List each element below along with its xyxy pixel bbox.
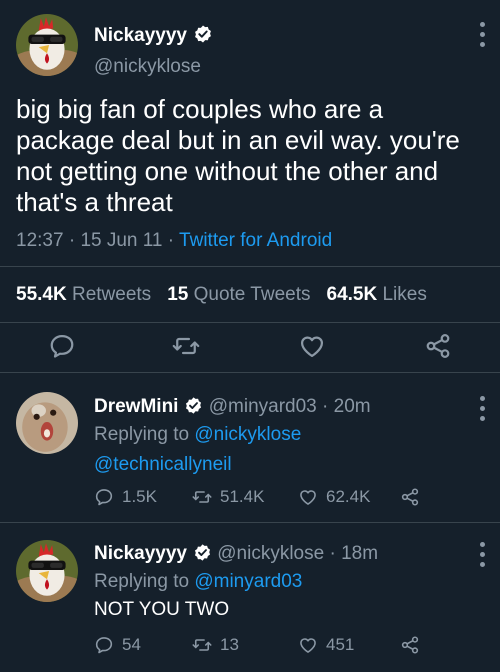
like-button[interactable]: 62.4K: [298, 484, 370, 510]
like-count: 62.4K: [326, 487, 371, 506]
reply-header: DrewMini @minyard03 · 20m: [94, 396, 371, 421]
more-icon[interactable]: [472, 540, 492, 570]
verified-badge-icon: [193, 24, 213, 49]
tweet-text: big big fan of couples who are a package…: [16, 94, 460, 217]
share-button[interactable]: [424, 332, 452, 362]
reply-icon: [94, 635, 114, 655]
author-avatar[interactable]: [16, 14, 78, 76]
retweet-icon: [192, 635, 212, 655]
replying-to-line: Replying to @nickyklose: [94, 424, 301, 446]
author-name-row: Nickayyyy: [94, 24, 213, 49]
reply-icon: [94, 487, 114, 507]
tweet-meta: 12:37 · 15 Jun 11 · Twitter for Android: [16, 230, 332, 252]
likes-label: Likes: [382, 284, 427, 305]
reply-button[interactable]: 54: [94, 632, 141, 658]
reply-handle[interactable]: @minyard03: [209, 396, 317, 417]
retweet-icon: [172, 332, 200, 360]
meta-separator: ·: [322, 396, 329, 417]
reply-count: 1.5K: [122, 487, 157, 506]
share-icon: [400, 487, 420, 507]
replying-to-label: Replying to: [94, 424, 190, 445]
retweets-label: Retweets: [71, 284, 152, 305]
reply-count: 54: [122, 635, 141, 654]
reply-avatar[interactable]: [16, 392, 78, 454]
divider: [0, 522, 500, 523]
retweet-button[interactable]: [172, 332, 200, 362]
quotes-stat[interactable]: 15 Quote Tweets: [167, 284, 326, 305]
likes-stat[interactable]: 64.5K Likes: [327, 284, 443, 305]
like-button[interactable]: 451: [298, 632, 354, 658]
likes-count: 64.5K: [326, 284, 378, 305]
share-icon: [424, 332, 452, 360]
share-icon: [400, 635, 420, 655]
author-display-name[interactable]: Nickayyyy: [94, 25, 187, 46]
replying-to-label: Replying to: [94, 571, 190, 592]
retweet-button[interactable]: 51.4K: [192, 484, 264, 510]
reply-header: Nickayyyy @nickyklose · 18m: [94, 543, 378, 568]
retweet-count: 13: [220, 635, 239, 654]
quotes-label: Quote Tweets: [193, 284, 311, 305]
replying-to-link[interactable]: @minyard03: [194, 571, 302, 592]
reply-handle[interactable]: @nickyklose: [217, 543, 324, 564]
replying-to-link[interactable]: @nickyklose: [194, 424, 301, 445]
retweet-count: 51.4K: [220, 487, 265, 506]
meta-separator: ·: [329, 543, 336, 564]
reply-age: 20m: [333, 396, 371, 417]
tweet-source-link[interactable]: Twitter for Android: [179, 230, 332, 251]
divider: [0, 372, 500, 373]
reply-button[interactable]: 1.5K: [94, 484, 157, 510]
divider: [0, 266, 500, 267]
tweet-stats: 55.4K Retweets 15 Quote Tweets 64.5K Likes: [16, 284, 443, 306]
reply-text: NOT YOU TWO: [94, 599, 230, 620]
author-handle[interactable]: @nickyklose: [94, 56, 201, 78]
meta-separator: ·: [68, 230, 76, 251]
verified-badge-icon: [184, 396, 203, 421]
like-count: 451: [326, 635, 355, 654]
verified-badge-icon: [193, 543, 212, 568]
divider: [0, 322, 500, 323]
reply-button[interactable]: [48, 332, 76, 362]
like-icon: [298, 332, 326, 360]
reply-display-name[interactable]: DrewMini: [94, 396, 178, 417]
like-icon: [298, 487, 318, 507]
retweets-stat[interactable]: 55.4K Retweets: [16, 284, 167, 305]
more-icon[interactable]: [472, 20, 492, 50]
quotes-count: 15: [167, 284, 189, 305]
retweet-icon: [192, 487, 212, 507]
reply-avatar[interactable]: [16, 540, 78, 602]
like-button[interactable]: [298, 332, 326, 362]
share-button[interactable]: [400, 632, 420, 658]
tweet-time: 12:37: [16, 230, 64, 251]
reply-icon: [48, 332, 76, 360]
meta-separator: ·: [167, 230, 175, 251]
share-button[interactable]: [400, 484, 420, 510]
tweet-date: 15 Jun 11: [80, 230, 163, 251]
reply-display-name[interactable]: Nickayyyy: [94, 543, 187, 564]
retweet-button[interactable]: 13: [192, 632, 239, 658]
like-icon: [298, 635, 318, 655]
reply-age: 18m: [341, 543, 379, 564]
replying-to-link[interactable]: @technicallyneil: [94, 454, 232, 476]
retweets-count: 55.4K: [16, 284, 67, 305]
replying-to-line: Replying to @minyard03: [94, 571, 302, 593]
more-icon[interactable]: [472, 394, 492, 424]
